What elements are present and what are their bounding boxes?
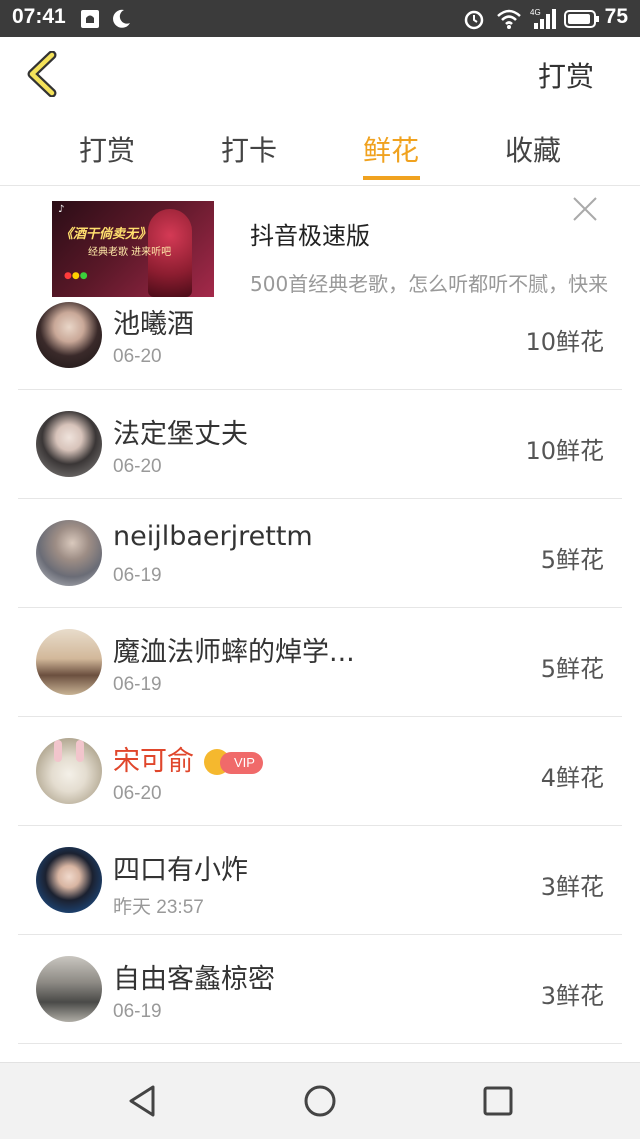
header: 打赏	[0, 37, 640, 115]
avatar[interactable]	[36, 956, 102, 1022]
ad-banner[interactable]: ♪ 《酒干倘卖无》 经典老歌 进来听吧 ●●● 抖音极速版 500首经典老歌，怎…	[0, 186, 640, 298]
gift-date: 06-19	[113, 1001, 162, 1022]
gift-date: 06-19	[113, 565, 162, 586]
system-nav-bar	[0, 1062, 640, 1139]
user-name[interactable]: neijlbaerjrettm	[113, 521, 313, 552]
flower-amount: 5鲜花	[540, 546, 604, 574]
ad-image-subtitle: 经典老歌 进来听吧	[88, 247, 172, 258]
user-name[interactable]: 魔洫法师蟀的焯学...	[113, 630, 355, 669]
flower-amount: 3鲜花	[540, 982, 604, 1010]
gift-date: 06-19	[113, 674, 162, 695]
flower-amount: 10鲜花	[525, 328, 604, 356]
svg-text:4G: 4G	[530, 8, 541, 17]
avatar[interactable]	[36, 411, 102, 477]
user-name[interactable]: 自由客蠡椋密	[113, 957, 275, 996]
tiktok-logo-icon: ♪	[58, 204, 65, 215]
chevron-left-icon[interactable]	[22, 51, 66, 97]
ad-image-dots: ●●●	[64, 271, 88, 281]
tab-flowers[interactable]: 鲜花	[331, 129, 451, 169]
list-item[interactable]: 魔洫法师蟀的焯学... 06-19 5鲜花	[18, 608, 622, 717]
notification-icon	[81, 10, 99, 28]
flower-amount: 10鲜花	[525, 437, 604, 465]
tab-reward[interactable]: 打赏	[47, 129, 167, 169]
gift-date: 06-20	[113, 783, 162, 804]
gift-date: 06-20	[113, 346, 162, 367]
ad-description: 500首经典老歌，怎么听都听不腻，快来	[250, 272, 609, 296]
flower-amount: 4鲜花	[540, 764, 604, 792]
status-bar: 07:41 4G 75	[0, 0, 640, 37]
alarm-icon	[464, 10, 484, 30]
tab-bar: 打赏 打卡 鲜花 收藏	[0, 115, 640, 186]
home-circle-icon[interactable]	[302, 1083, 338, 1119]
user-name[interactable]: 池曦酒	[113, 302, 194, 341]
flower-amount: 5鲜花	[540, 655, 604, 683]
list-item[interactable]: 自由客蠡椋密 06-19 3鲜花	[18, 935, 622, 1044]
list-item[interactable]: 池曦酒 06-20 10鲜花	[18, 298, 622, 390]
user-name[interactable]: 四口有小炸	[113, 848, 248, 887]
ad-image-title: 《酒干倘卖无》	[60, 227, 152, 242]
list-item[interactable]: 法定堡丈夫 06-20 10鲜花	[18, 390, 622, 499]
avatar[interactable]	[36, 738, 102, 804]
signal-4g-icon: 4G	[530, 8, 556, 29]
reward-header-button[interactable]: 打赏	[538, 55, 594, 95]
recents-square-icon[interactable]	[480, 1083, 516, 1119]
status-time: 07:41	[12, 5, 66, 28]
list-item[interactable]: 四口有小炸 昨天 23:57 3鲜花	[18, 826, 622, 935]
list-item[interactable]: 宋可俞 VIP 06-20 4鲜花	[18, 717, 622, 826]
avatar[interactable]	[36, 629, 102, 695]
list-item[interactable]: neijlbaerjrettm 06-19 5鲜花	[18, 499, 622, 608]
battery-level: 75	[604, 5, 628, 28]
vip-badge: VIP	[204, 748, 264, 775]
close-icon[interactable]	[572, 196, 598, 222]
wifi-icon	[497, 9, 521, 29]
moon-icon	[113, 9, 130, 28]
gift-date: 昨天 23:57	[113, 897, 204, 918]
flower-list: 池曦酒 06-20 10鲜花 法定堡丈夫 06-20 10鲜花 neijlbae…	[18, 298, 622, 1044]
battery-icon	[564, 10, 599, 28]
user-name[interactable]: 法定堡丈夫	[113, 412, 248, 451]
back-triangle-icon[interactable]	[125, 1083, 161, 1119]
avatar[interactable]	[36, 847, 102, 913]
flower-amount: 3鲜花	[540, 873, 604, 901]
ad-image[interactable]: ♪ 《酒干倘卖无》 经典老歌 进来听吧 ●●●	[52, 201, 214, 297]
avatar[interactable]	[36, 302, 102, 368]
tab-checkin[interactable]: 打卡	[189, 129, 309, 169]
tab-favorites[interactable]: 收藏	[473, 129, 593, 169]
ad-title[interactable]: 抖音极速版	[250, 216, 370, 251]
gift-date: 06-20	[113, 456, 162, 477]
vip-user-name-text: 宋可俞	[113, 746, 194, 777]
user-name[interactable]: 宋可俞 VIP	[113, 739, 264, 778]
vip-label: VIP	[220, 751, 263, 774]
tab-active-indicator	[363, 176, 420, 180]
avatar[interactable]	[36, 520, 102, 586]
